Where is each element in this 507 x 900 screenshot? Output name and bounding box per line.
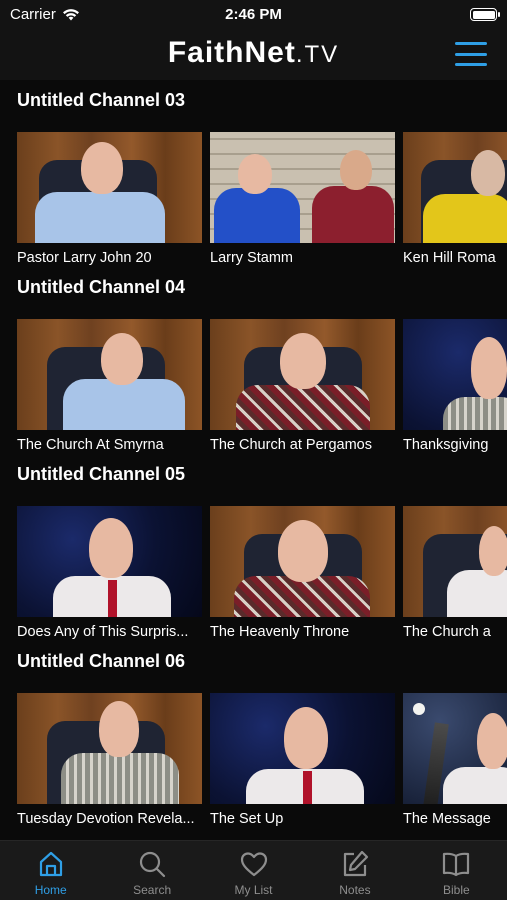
video-title: The Set Up (210, 811, 284, 827)
channel-list[interactable]: Untitled Channel 03 Pastor Larry John 20… (0, 80, 507, 840)
video-thumbnail[interactable] (403, 693, 507, 804)
video-card[interactable]: Tuesday Devotion Revela... (17, 693, 202, 838)
hamburger-menu-icon[interactable] (455, 42, 487, 66)
channel-title: Untitled Channel 04 (17, 277, 186, 297)
logo-suffix: .TV (295, 41, 340, 68)
battery-icon (470, 8, 500, 21)
tab-home[interactable]: Home (0, 841, 101, 900)
video-row[interactable]: Pastor Larry John 20 Larry Stamm Ken Hil… (17, 132, 507, 277)
tab-my-list[interactable]: My List (203, 841, 304, 900)
tab-label: Bible (442, 883, 470, 897)
video-card[interactable]: The Church at Pergamos (210, 319, 395, 464)
tab-label: Search (133, 883, 172, 897)
video-card[interactable]: The Set Up (210, 693, 395, 838)
video-card[interactable]: The Heavenly Throne (210, 506, 395, 651)
video-thumbnail[interactable] (210, 693, 395, 804)
channel-title: Untitled Channel 06 (17, 651, 186, 671)
logo-main: FaithNet (167, 36, 296, 69)
video-title: The Church at Pergamos (210, 437, 372, 453)
video-thumbnail[interactable] (403, 319, 507, 430)
tab-label: Notes (339, 883, 371, 897)
video-thumbnail[interactable] (17, 506, 202, 617)
video-thumbnail[interactable] (210, 132, 395, 243)
video-title: Tuesday Devotion Revela... (17, 811, 195, 827)
tab-label: My List (234, 883, 273, 897)
video-thumbnail[interactable] (403, 132, 507, 243)
video-title: The Heavenly Throne (210, 624, 350, 640)
tab-bar: Home Search My List Notes Bible (0, 840, 507, 900)
video-title: The Church a (403, 624, 491, 640)
home-icon (39, 851, 62, 877)
status-bar: Carrier 2:46 PM (0, 0, 507, 30)
app-logo: FaithNet.TV (0, 36, 507, 70)
video-card[interactable]: Pastor Larry John 20 (17, 132, 202, 277)
video-card[interactable]: Thanksgiving (403, 319, 507, 464)
tab-notes[interactable]: Notes (304, 841, 405, 900)
video-card[interactable]: Larry Stamm (210, 132, 395, 277)
header-bar: FaithNet.TV (0, 30, 507, 80)
video-thumbnail[interactable] (17, 319, 202, 430)
channel-title: Untitled Channel 03 (17, 90, 186, 110)
heart-icon (240, 852, 267, 877)
video-card[interactable]: The Church a (403, 506, 507, 651)
video-title: Does Any of This Surpris... (17, 624, 189, 640)
video-title: The Church At Smyrna (17, 437, 164, 453)
tab-bible[interactable]: Bible (406, 841, 507, 900)
channel-title: Untitled Channel 05 (17, 464, 186, 484)
video-title: Pastor Larry John 20 (17, 250, 152, 266)
video-row[interactable]: Tuesday Devotion Revela... The Set Up Th… (17, 693, 507, 838)
video-row[interactable]: The Church At Smyrna The Church at Perga… (17, 319, 507, 464)
search-icon (140, 851, 166, 878)
tab-label: Home (34, 883, 67, 897)
video-card[interactable]: Does Any of This Surpris... (17, 506, 202, 651)
status-time: 2:46 PM (225, 6, 282, 23)
video-thumbnail[interactable] (17, 132, 202, 243)
video-thumbnail[interactable] (403, 506, 507, 617)
notes-icon (343, 850, 369, 877)
video-card[interactable]: The Church At Smyrna (17, 319, 202, 464)
video-title: Ken Hill Roma (403, 250, 496, 266)
tab-search[interactable]: Search (101, 841, 202, 900)
video-card[interactable]: Ken Hill Roma (403, 132, 507, 277)
video-title: The Message (403, 811, 491, 827)
video-title: Thanksgiving (403, 437, 489, 453)
video-thumbnail[interactable] (17, 693, 202, 804)
video-title: Larry Stamm (210, 250, 293, 266)
video-card[interactable]: The Message (403, 693, 507, 838)
video-thumbnail[interactable] (210, 319, 395, 430)
book-icon (443, 852, 470, 877)
video-row[interactable]: Does Any of This Surpris... The Heavenly… (17, 506, 507, 651)
video-thumbnail[interactable] (210, 506, 395, 617)
